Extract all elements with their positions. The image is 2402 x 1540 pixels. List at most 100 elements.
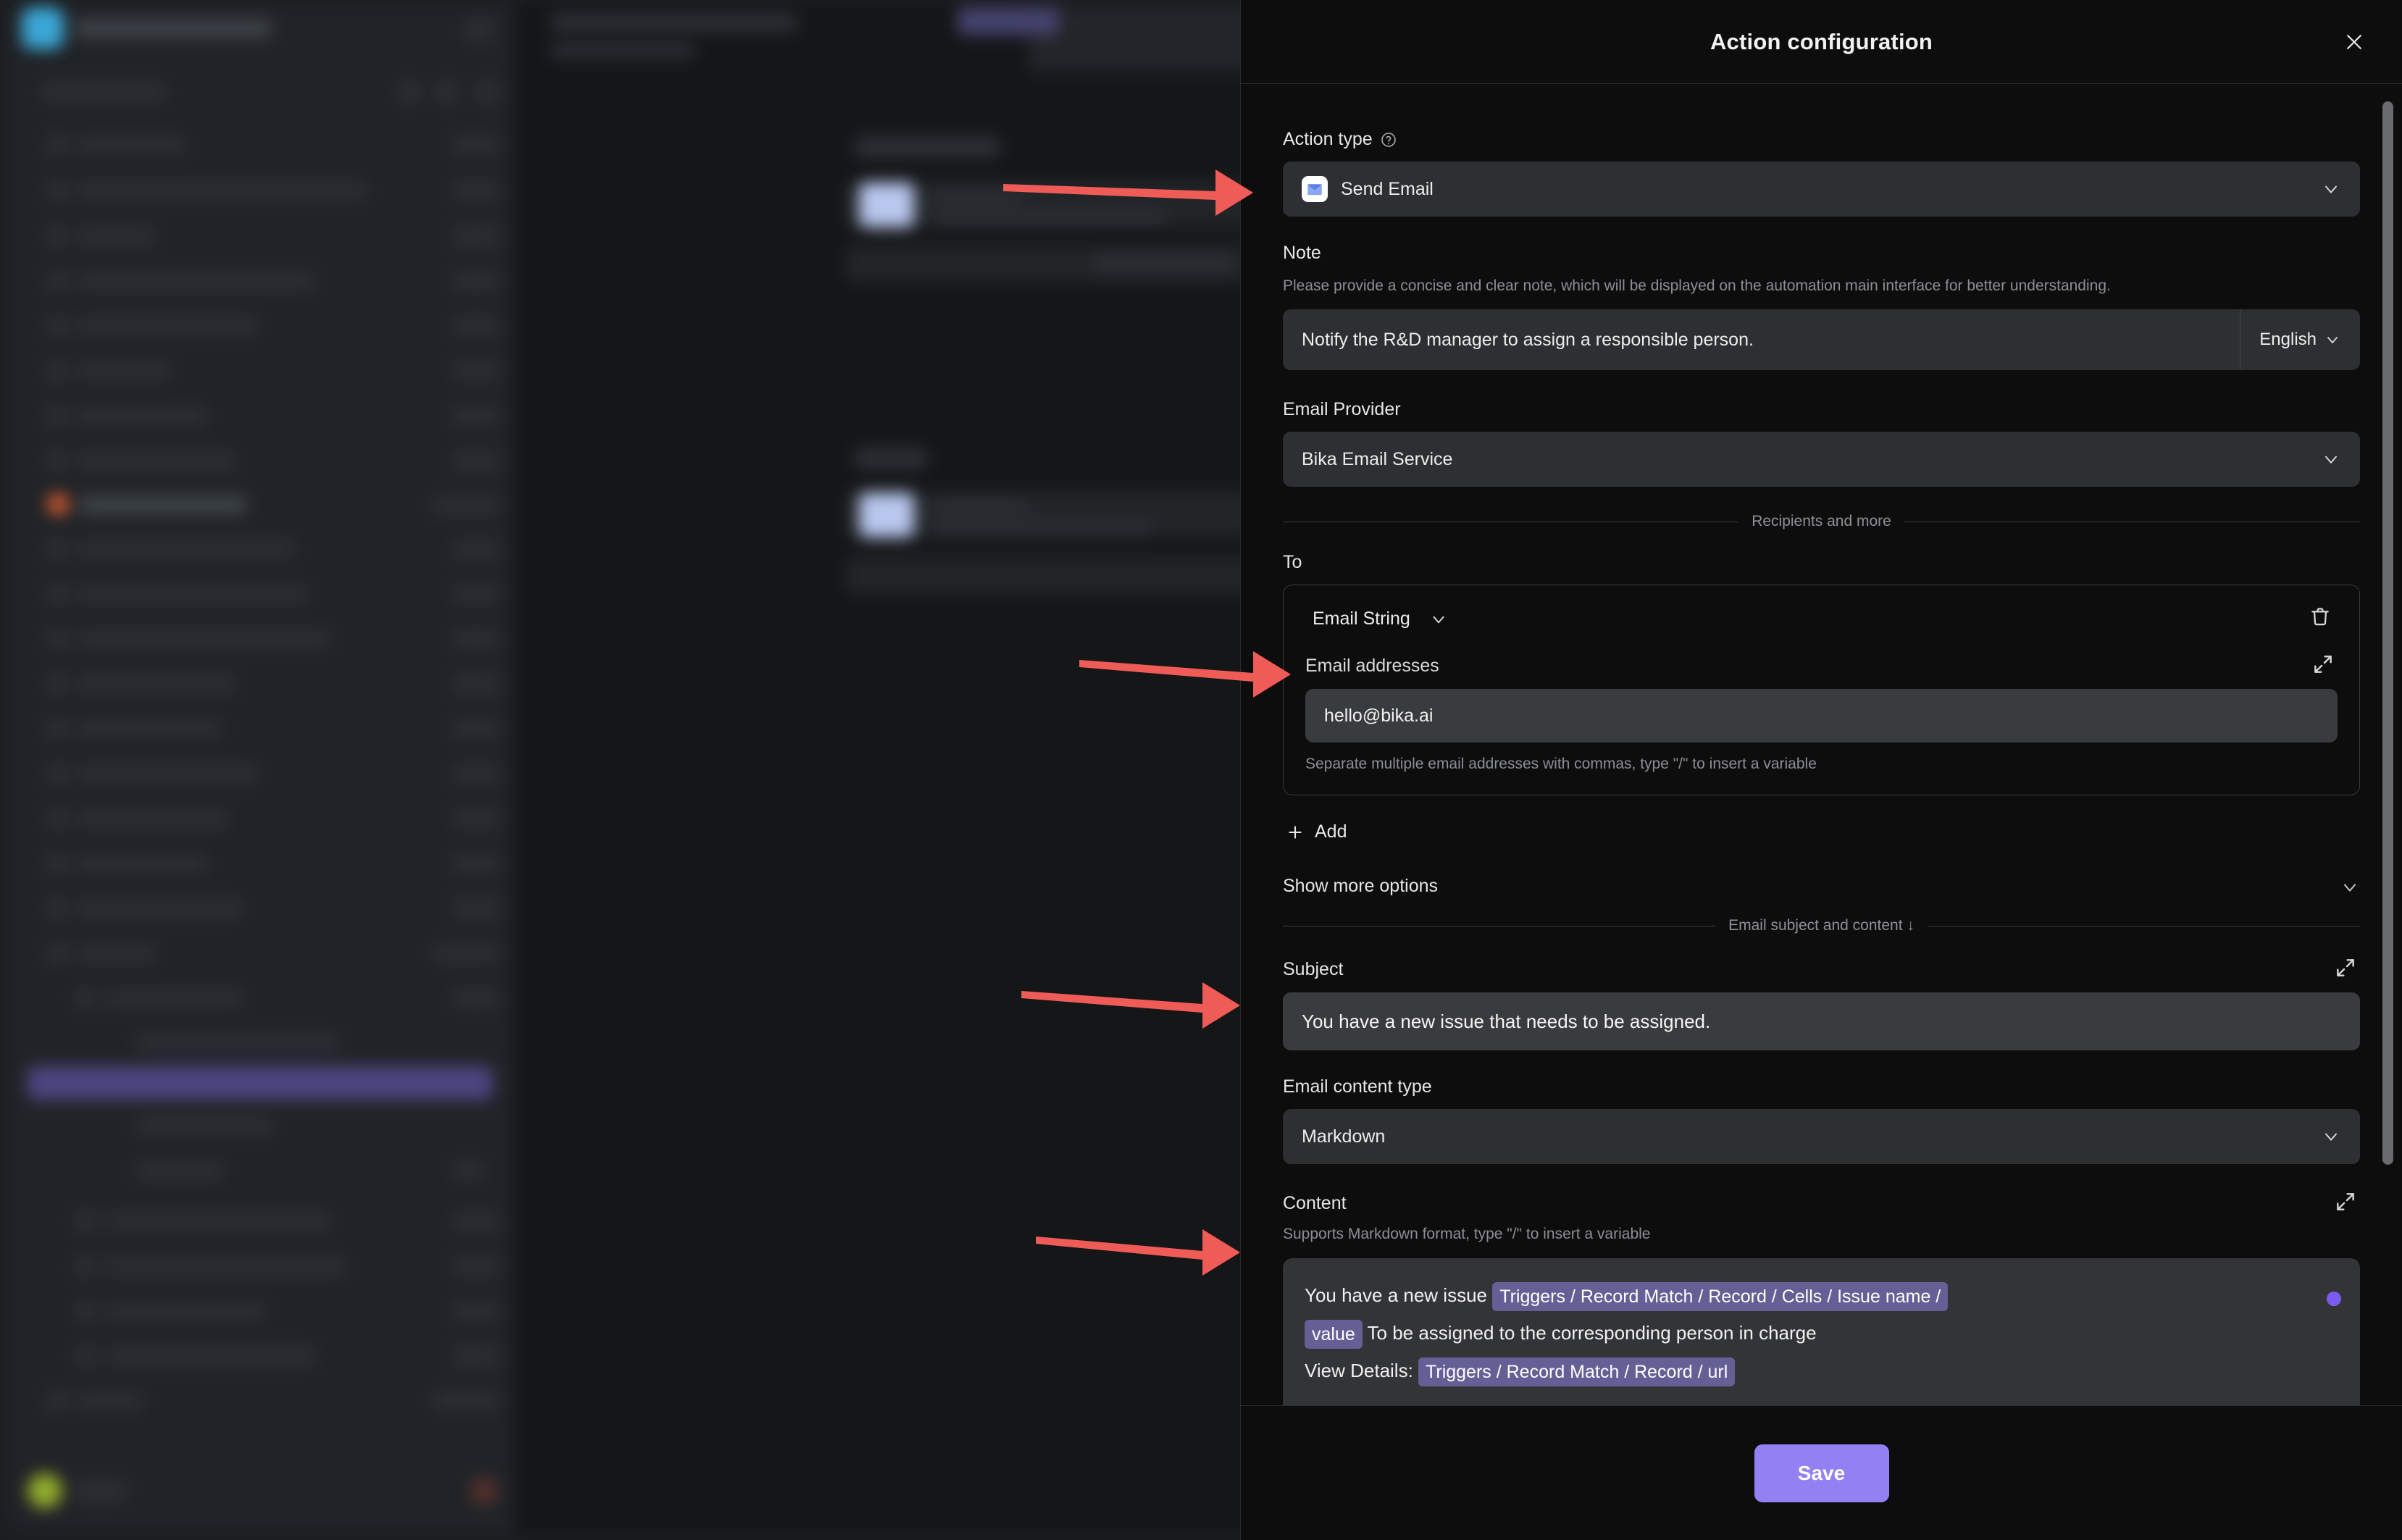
row-icon-blob [46, 406, 68, 426]
email-content-type-value: Markdown [1302, 1126, 1386, 1147]
row-meta-blob [452, 810, 498, 827]
note-hint: Please provide a concise and clear note,… [1283, 277, 2111, 294]
row-meta-blob [452, 720, 498, 737]
workspace-name-blob [75, 19, 271, 38]
row-meta-blob [452, 407, 498, 424]
sidebar-collapse-blob [466, 19, 493, 41]
row-text-blob [106, 1347, 316, 1365]
content-line-3-prefix: View Details: [1305, 1359, 1419, 1381]
action-type-select[interactable]: Send Email [1283, 162, 2360, 217]
email-addresses-input[interactable]: hello@bika.ai [1305, 689, 2338, 743]
row-meta-blob [452, 1213, 498, 1230]
topbar-title-blob [551, 13, 797, 32]
row-meta-blob [452, 272, 498, 290]
card-sub-blob [933, 212, 1165, 226]
row-icon-blob [46, 719, 68, 739]
note-label-text: Note [1283, 243, 1321, 263]
plus-icon [1286, 823, 1305, 842]
email-content-divider-label: Email subject and content ↓ [1728, 917, 1915, 934]
row-meta-blob [452, 182, 498, 199]
save-button[interactable]: Save [1754, 1444, 1889, 1502]
section-heading-blob [855, 136, 1000, 158]
row-meta-blob [433, 1392, 498, 1410]
content-line-1-prefix: You have a new issue [1305, 1284, 1493, 1306]
row-icon-blob [46, 135, 68, 155]
row-text-blob [136, 1034, 339, 1052]
panel-header: Action configuration [1241, 0, 2402, 84]
chevron-down-icon [1429, 610, 1448, 629]
panel-scrollbar[interactable] [2382, 84, 2396, 1405]
row-text-blob [77, 182, 367, 199]
content-label: Content [1283, 1192, 1347, 1213]
note-language-value: English [2259, 330, 2317, 350]
expand-icon[interactable] [2334, 1190, 2360, 1216]
subject-input[interactable]: You have a new issue that needs to be as… [1283, 992, 2360, 1051]
row-meta-blob [452, 1162, 484, 1179]
card-title-blob [933, 500, 1027, 514]
row-icon-blob [46, 584, 68, 604]
content-line-2-text: To be assigned to the corresponding pers… [1362, 1321, 1817, 1344]
row-icon-blob [46, 361, 68, 381]
row-text-blob [77, 272, 316, 290]
email-content-type-select[interactable]: Markdown [1283, 1109, 2360, 1165]
subject-row: Subject [1283, 956, 2360, 982]
email-provider-label: Email Provider [1283, 399, 2360, 420]
add-recipient-button[interactable]: Add [1283, 814, 1349, 850]
expand-icon[interactable] [2334, 956, 2360, 982]
topbar-badge-blob [958, 7, 1059, 35]
action-configuration-panel: Action configuration Action type Send Em… [1240, 0, 2402, 1540]
show-more-options-toggle[interactable]: Show more options [1283, 866, 2360, 907]
to-type-select[interactable]: Email String [1305, 604, 1455, 634]
variable-tag-url[interactable]: Triggers / Record Match / Record / url [1418, 1357, 1736, 1386]
chevron-down-icon [2340, 877, 2360, 896]
row-icon-blob [46, 271, 68, 291]
row-text-blob [77, 765, 258, 782]
email-addresses-row: Email addresses [1305, 653, 2338, 679]
row-icon-blob [46, 1391, 68, 1411]
panel-title: Action configuration [1710, 28, 1933, 54]
expand-icon[interactable] [2311, 653, 2338, 679]
trash-icon[interactable] [2309, 605, 2338, 634]
sidebar-icon-blob [477, 81, 498, 103]
show-more-options-label: Show more options [1283, 876, 1439, 897]
help-circle-icon[interactable] [1380, 131, 1397, 148]
to-label: To [1283, 552, 2360, 573]
card-thumbnail-blob [859, 493, 914, 537]
row-text-blob [77, 540, 294, 558]
subject-label: Subject [1283, 958, 1344, 979]
row-text-blob [136, 1162, 223, 1179]
row-icon-blob [75, 1301, 97, 1321]
row-icon-blob [75, 1346, 97, 1366]
scrollbar-thumb[interactable] [2382, 101, 2393, 1165]
row-meta-blob [452, 1257, 498, 1275]
app-sidebar [6, 3, 514, 1534]
row-icon-blob [46, 674, 68, 694]
row-text-blob [77, 317, 258, 335]
note-language-select[interactable]: English [2240, 309, 2360, 371]
variable-tag-issue-name[interactable]: Triggers / Record Match / Record / Cells… [1492, 1281, 1949, 1311]
row-icon-blob [46, 226, 68, 246]
note-field[interactable]: Notify the R&D manager to assign a respo… [1283, 309, 2360, 371]
email-provider-label-text: Email Provider [1283, 399, 1401, 420]
row-icon-blob [75, 988, 97, 1008]
note-input[interactable]: Notify the R&D manager to assign a respo… [1283, 309, 2240, 370]
content-editor[interactable]: You have a new issue Triggers / Record M… [1283, 1257, 2360, 1405]
row-icon-blob [46, 763, 68, 784]
variable-tag-value[interactable]: value [1305, 1319, 1363, 1349]
row-text-blob [77, 810, 229, 827]
panel-footer: Save [1241, 1405, 2402, 1540]
content-line-3: View Details: Triggers / Record Match / … [1305, 1352, 2338, 1389]
row-meta-blob [452, 136, 498, 154]
email-addresses-label: Email addresses [1305, 655, 1439, 676]
to-label-text: To [1283, 552, 1302, 573]
row-meta-blob [452, 452, 498, 469]
row-text-blob [77, 900, 243, 917]
close-icon[interactable] [2338, 26, 2370, 58]
action-type-label-text: Action type [1283, 129, 1373, 149]
row-text-blob [77, 585, 309, 603]
sidebar-selected-row[interactable] [28, 1066, 493, 1100]
email-provider-select[interactable]: Bika Email Service [1283, 432, 2360, 487]
chevron-down-icon [2321, 179, 2341, 199]
row-meta-blob [452, 317, 498, 335]
add-recipient-label: Add [1315, 821, 1347, 842]
